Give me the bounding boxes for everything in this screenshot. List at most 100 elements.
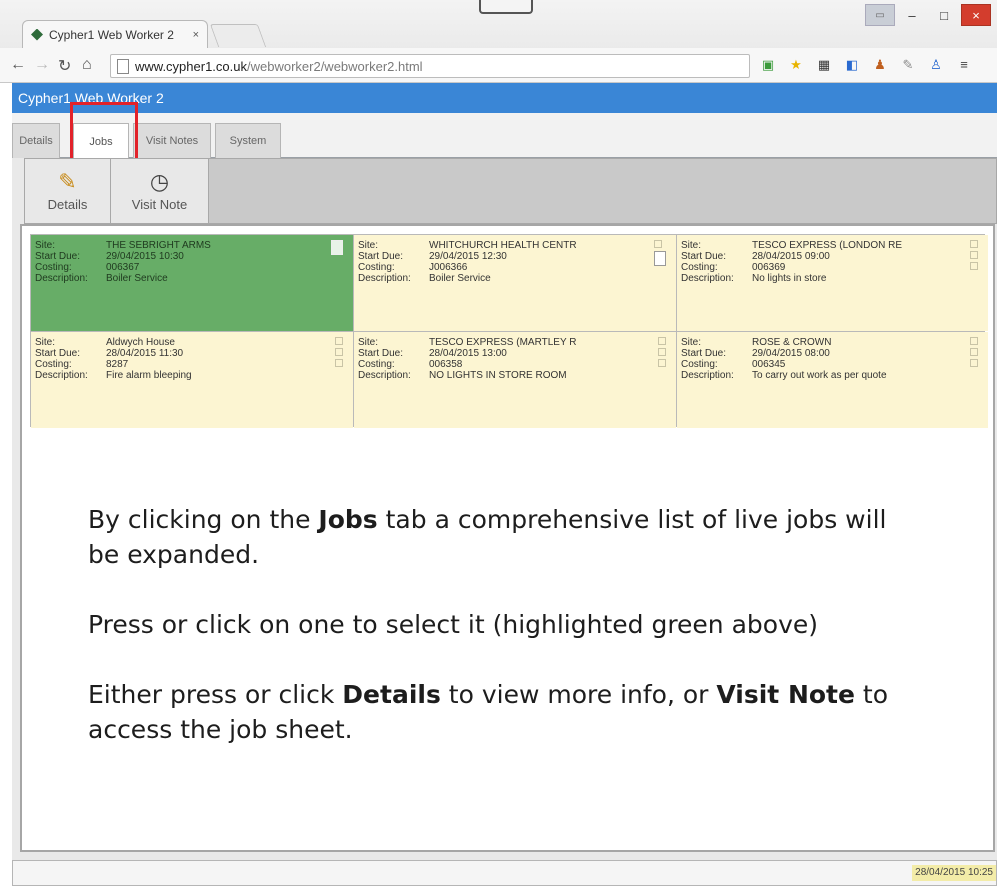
- job-field-value: 28/04/2015 13:00: [429, 348, 507, 359]
- job-card-icons: [331, 240, 343, 255]
- home-icon[interactable]: ⌂: [82, 56, 92, 74]
- job-field-costing: Costing: 8287: [35, 359, 349, 370]
- job-field-label: Costing:: [358, 262, 395, 273]
- job-field-label: Costing:: [681, 262, 718, 273]
- job-field-value: THE SEBRIGHT ARMS: [106, 240, 211, 251]
- user-profile-icon[interactable]: ▭: [865, 4, 895, 26]
- job-field-label: Site:: [681, 337, 702, 348]
- job-field-value: Boiler Service: [429, 273, 491, 284]
- job-field-value: 006358: [429, 359, 463, 370]
- bookmark-star-icon[interactable]: ★: [788, 57, 804, 73]
- job-field-site: Site: TESCO EXPRESS (MARTLEY R: [358, 337, 672, 348]
- extension-photo-icon[interactable]: ▣: [760, 57, 776, 73]
- tab-jobs[interactable]: Jobs: [73, 123, 129, 159]
- job-field-value: 29/04/2015 12:30: [429, 251, 507, 262]
- checkbox-icon: [335, 348, 343, 356]
- job-card[interactable]: Site: ROSE & CROWN Start Due: 29/04/2015 08…: [677, 332, 988, 428]
- job-field-value: Aldwych House: [106, 337, 175, 348]
- job-card-icons: [654, 240, 666, 266]
- job-field-start-due: Start Due: 29/04/2015 08:00: [681, 348, 984, 359]
- extension-calendar-icon[interactable]: ▦: [816, 57, 832, 73]
- checkbox-icon: [658, 359, 666, 367]
- job-field-costing: Costing: 006369: [681, 262, 984, 273]
- tab-visit-notes[interactable]: Visit Notes: [133, 123, 211, 158]
- minimize-button[interactable]: –: [897, 4, 927, 26]
- job-card[interactable]: Site: Aldwych House Start Due: 28/04/2015 1…: [31, 332, 353, 428]
- tab-details[interactable]: Details: [12, 123, 60, 158]
- extensions-row: ▣ ★ ▦ ◧ ♟ ✎ ♙ ≡: [760, 57, 972, 73]
- job-field-value: No lights in store: [752, 273, 827, 284]
- new-tab-button[interactable]: [209, 24, 267, 47]
- job-field-start-due: Start Due: 28/04/2015 09:00: [681, 251, 984, 262]
- job-card[interactable]: Site: WHITCHURCH HEALTH CENTR Start Due: 29…: [354, 235, 676, 331]
- tab-system[interactable]: System: [215, 123, 281, 158]
- job-field-site: Site: ROSE & CROWN: [681, 337, 984, 348]
- job-field-label: Costing:: [681, 359, 718, 370]
- visit-note-button[interactable]: ◷ Visit Note: [111, 159, 209, 223]
- job-field-label: Site:: [358, 240, 379, 251]
- extension-plugin-icon[interactable]: ◧: [844, 57, 860, 73]
- job-field-value: TESCO EXPRESS (LONDON RE: [752, 240, 903, 251]
- window-grip: [479, 0, 533, 14]
- browser-chrome: Cypher1 Web Worker 2 × ▭ – □ × ← → ↻ ⌂ w…: [0, 0, 997, 83]
- checkbox-icon: [970, 348, 978, 356]
- browser-tab-title: Cypher1 Web Worker 2: [49, 27, 174, 42]
- job-field-description: Description: Boiler Service: [35, 273, 349, 284]
- browser-tab[interactable]: Cypher1 Web Worker 2 ×: [22, 20, 208, 48]
- job-field-value: Fire alarm bleeping: [106, 370, 192, 381]
- menu-icon[interactable]: ≡: [956, 57, 972, 73]
- job-field-value: 28/04/2015 11:30: [106, 348, 184, 359]
- app-tab-bar: Details Jobs Visit Notes System: [12, 113, 997, 159]
- job-field-start-due: Start Due: 28/04/2015 11:30: [35, 348, 349, 359]
- document-icon: [654, 251, 666, 266]
- instruction-paragraph-1: By clicking on the Jobs tab a comprehens…: [88, 505, 887, 569]
- job-field-label: Site:: [35, 337, 56, 348]
- close-window-button[interactable]: ×: [961, 4, 991, 26]
- job-field-label: Description:: [681, 370, 734, 381]
- job-field-value: 29/04/2015 10:30: [106, 251, 184, 262]
- job-field-label: Costing:: [35, 359, 72, 370]
- job-card[interactable]: Site: TESCO EXPRESS (LONDON RE Start Due: 2…: [677, 235, 988, 331]
- extension-pen-icon[interactable]: ✎: [900, 57, 916, 73]
- back-arrow-icon[interactable]: ←: [10, 56, 26, 74]
- extension-user-icon[interactable]: ♙: [928, 57, 944, 73]
- details-button[interactable]: ✎ Details: [25, 159, 111, 223]
- job-field-value: J006366: [429, 262, 468, 273]
- visit-note-button-label: Visit Note: [131, 196, 188, 212]
- job-card[interactable]: Site: TESCO EXPRESS (MARTLEY R Start Due: 2…: [354, 332, 676, 428]
- job-field-label: Description:: [681, 273, 734, 284]
- reload-icon[interactable]: ↻: [58, 56, 71, 76]
- job-field-label: Start Due:: [681, 251, 727, 262]
- job-field-value: 28/04/2015 09:00: [752, 251, 830, 262]
- job-field-value: Boiler Service: [106, 273, 168, 284]
- pencil-icon: ✎: [58, 168, 77, 194]
- job-field-value: To carry out work as per quote: [752, 370, 887, 381]
- extension-person-icon[interactable]: ♟: [872, 57, 888, 73]
- job-field-costing: Costing: J006366: [358, 262, 672, 273]
- job-field-value: 006369: [752, 262, 786, 273]
- job-card[interactable]: Site: THE SEBRIGHT ARMS Start Due: 29/04/20…: [31, 235, 353, 331]
- address-bar[interactable]: www.cypher1.co.uk/webworker2/webworker2.…: [110, 54, 750, 78]
- job-field-label: Site:: [35, 240, 56, 251]
- job-field-site: Site: Aldwych House: [35, 337, 349, 348]
- job-field-costing: Costing: 006367: [35, 262, 349, 273]
- close-tab-icon[interactable]: ×: [193, 29, 199, 41]
- page-icon: [117, 58, 129, 74]
- status-clock: 28/04/2015 10:25: [912, 865, 996, 881]
- checkbox-icon: [658, 337, 666, 345]
- app-title-bar: Cypher1 Web Worker 2: [12, 83, 997, 113]
- job-card-icons: [970, 240, 978, 270]
- job-field-value: 29/04/2015 08:00: [752, 348, 830, 359]
- job-field-value: 006345: [752, 359, 786, 370]
- instruction-paragraph-2: Press or click on one to select it (high…: [88, 610, 819, 639]
- content-area: Site: THE SEBRIGHT ARMS Start Due: 29/04/20…: [20, 224, 995, 852]
- forward-arrow-icon[interactable]: →: [34, 56, 50, 74]
- maximize-button[interactable]: □: [929, 4, 959, 26]
- jobs-panel: ✎ Details ◷ Visit Note Site: THE SEBRIGHT…: [12, 158, 997, 860]
- checkbox-icon: [335, 337, 343, 345]
- job-field-label: Start Due:: [681, 348, 727, 359]
- job-field-costing: Costing: 006345: [681, 359, 984, 370]
- browser-tabstrip: Cypher1 Web Worker 2 × ▭ – □ ×: [0, 0, 997, 48]
- instructions: By clicking on the Jobs tab a comprehens…: [88, 502, 908, 782]
- job-field-label: Description:: [358, 273, 411, 284]
